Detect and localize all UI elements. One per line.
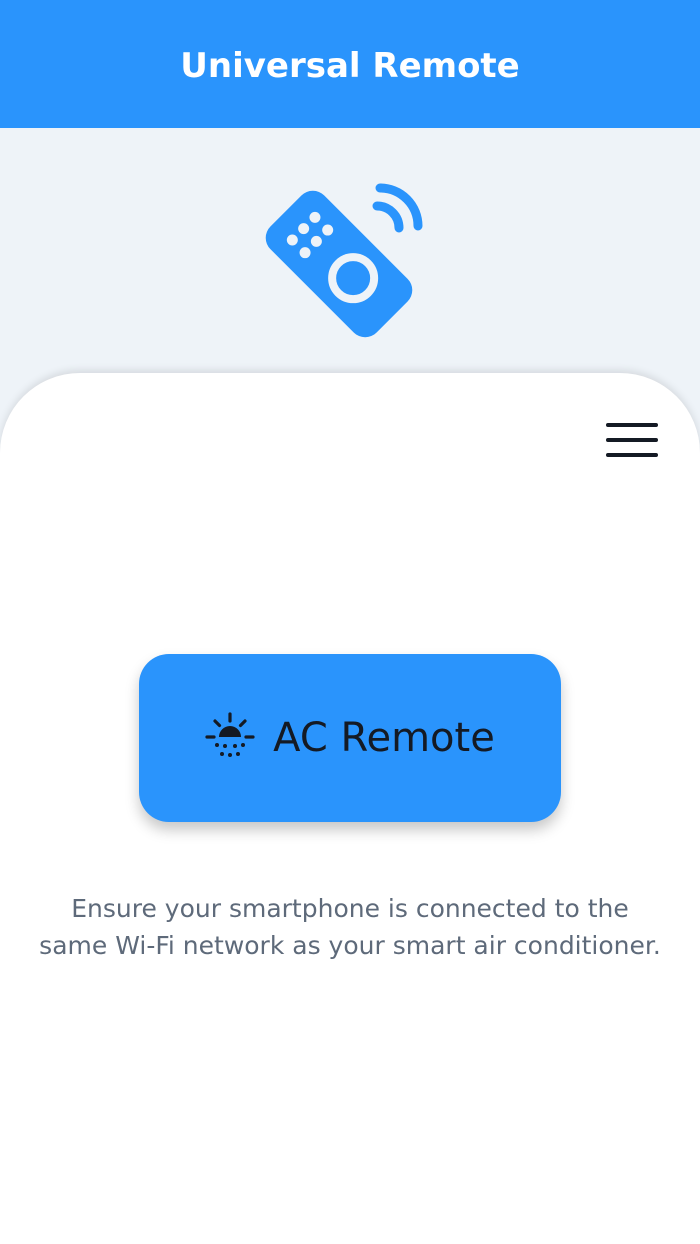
ac-remote-label: AC Remote <box>273 715 495 761</box>
menu-bar <box>606 423 658 427</box>
menu-bar <box>606 438 658 442</box>
hint-line-2: same Wi-Fi network as your smart air con… <box>39 931 661 960</box>
hint-line-1: Ensure your smartphone is connected to t… <box>71 894 629 923</box>
app-screen: Universal Remote AC Remote Ensure your s… <box>0 0 700 1244</box>
wifi-hint-text: Ensure your smartphone is connected to t… <box>20 890 680 964</box>
app-title: Universal Remote <box>180 46 520 86</box>
main-panel: AC Remote Ensure your smartphone is conn… <box>0 373 700 1244</box>
ac-remote-button[interactable]: AC Remote <box>139 654 561 822</box>
remote-control-icon <box>265 183 423 338</box>
menu-bar <box>606 453 658 457</box>
sun-icon <box>205 712 255 757</box>
app-header: Universal Remote <box>0 0 700 128</box>
hero-area <box>0 128 700 378</box>
hamburger-menu-icon[interactable] <box>606 423 658 459</box>
